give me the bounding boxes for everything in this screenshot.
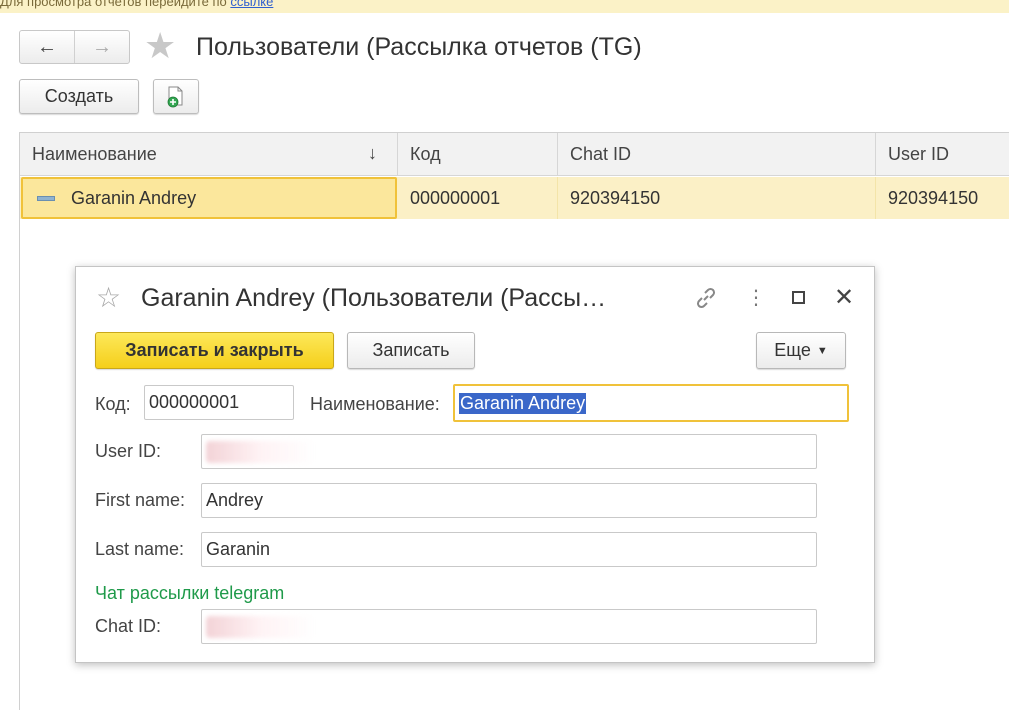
name-field[interactable]: Garanin Andrey <box>453 384 849 422</box>
list-header: Наименование ↓ Код Chat ID User ID <box>20 133 1009 176</box>
back-button[interactable]: ← <box>20 31 74 63</box>
column-header-chat-id[interactable]: Chat ID <box>558 133 876 175</box>
code-field[interactable]: 000000001 <box>144 385 294 420</box>
page-title: Пользователи (Рассылка отчетов (TG) <box>196 33 642 61</box>
maximize-icon[interactable] <box>792 291 805 304</box>
save-and-close-button[interactable]: Записать и закрыть <box>95 332 334 369</box>
first-name-value: Andrey <box>206 490 264 510</box>
arrow-right-icon: → <box>92 35 112 58</box>
info-banner-text: Для просмотра отчетов перейдите по ссылк… <box>0 0 273 9</box>
copy-document-icon <box>167 86 183 107</box>
user-id-label: User ID: <box>95 441 162 461</box>
dialog-title: Garanin Andrey (Пользователи (Рассы… <box>141 284 607 312</box>
info-banner-message: Для просмотра отчетов перейдите по <box>0 0 227 9</box>
redacted-value <box>206 615 316 638</box>
more-menu-button[interactable]: Еще ▼ <box>756 332 846 369</box>
first-name-label: First name: <box>95 490 186 510</box>
code-label: Код: <box>95 394 131 414</box>
arrow-left-icon: ← <box>37 35 57 58</box>
last-name-field[interactable]: Garanin <box>201 532 817 567</box>
cell-name-text: Garanin Andrey <box>71 187 197 208</box>
navigation-buttons: ← → <box>19 30 130 64</box>
info-banner-link[interactable]: ссылке <box>230 0 273 9</box>
telegram-section-label: Чат рассылки telegram <box>95 583 285 603</box>
catalog-item-icon <box>37 195 55 201</box>
cell-chat-id[interactable]: 920394150 <box>558 177 876 219</box>
copy-button[interactable] <box>153 79 199 114</box>
column-header-name[interactable]: Наименование ↓ <box>20 133 398 175</box>
cell-name[interactable]: Garanin Andrey <box>21 177 397 219</box>
redacted-value <box>206 440 316 463</box>
first-name-field[interactable]: Andrey <box>201 483 817 518</box>
last-name-value: Garanin <box>206 539 271 559</box>
column-header-code[interactable]: Код <box>398 133 558 175</box>
name-field-value: Garanin Andrey <box>459 392 587 414</box>
last-name-label: Last name: <box>95 539 185 559</box>
column-header-user-id[interactable]: User ID <box>876 133 1009 175</box>
table-row[interactable]: Garanin Andrey 000000001 920394150 92039… <box>20 177 1009 219</box>
link-icon-svg <box>696 287 716 309</box>
more-menu-label: Еще <box>774 340 811 360</box>
cell-user-id[interactable]: 920394150 <box>876 177 1009 219</box>
cell-code[interactable]: 000000001 <box>398 177 558 219</box>
more-vertical-icon[interactable]: ⋮ <box>746 285 766 311</box>
star-icon[interactable]: ☆ <box>96 283 121 313</box>
chat-id-label: Chat ID: <box>95 616 162 636</box>
save-button[interactable]: Записать <box>347 332 475 369</box>
name-label: Наименование: <box>310 394 440 414</box>
code-field-value: 000000001 <box>149 392 240 412</box>
chat-id-field[interactable] <box>201 609 817 644</box>
forward-button[interactable]: → <box>74 31 129 63</box>
user-id-field[interactable] <box>201 434 817 469</box>
close-icon[interactable]: ✕ <box>834 285 854 311</box>
info-banner: Для просмотра отчетов перейдите по ссылк… <box>0 0 1009 13</box>
user-form-dialog: ☆ Garanin Andrey (Пользователи (Рассы… ⋮… <box>75 266 875 663</box>
column-header-name-label: Наименование <box>32 143 157 164</box>
create-button[interactable]: Создать <box>19 79 139 114</box>
sort-down-icon: ↓ <box>368 143 377 163</box>
link-icon[interactable] <box>693 285 719 317</box>
star-icon[interactable]: ★ <box>144 28 176 64</box>
chevron-down-icon: ▼ <box>816 344 828 357</box>
